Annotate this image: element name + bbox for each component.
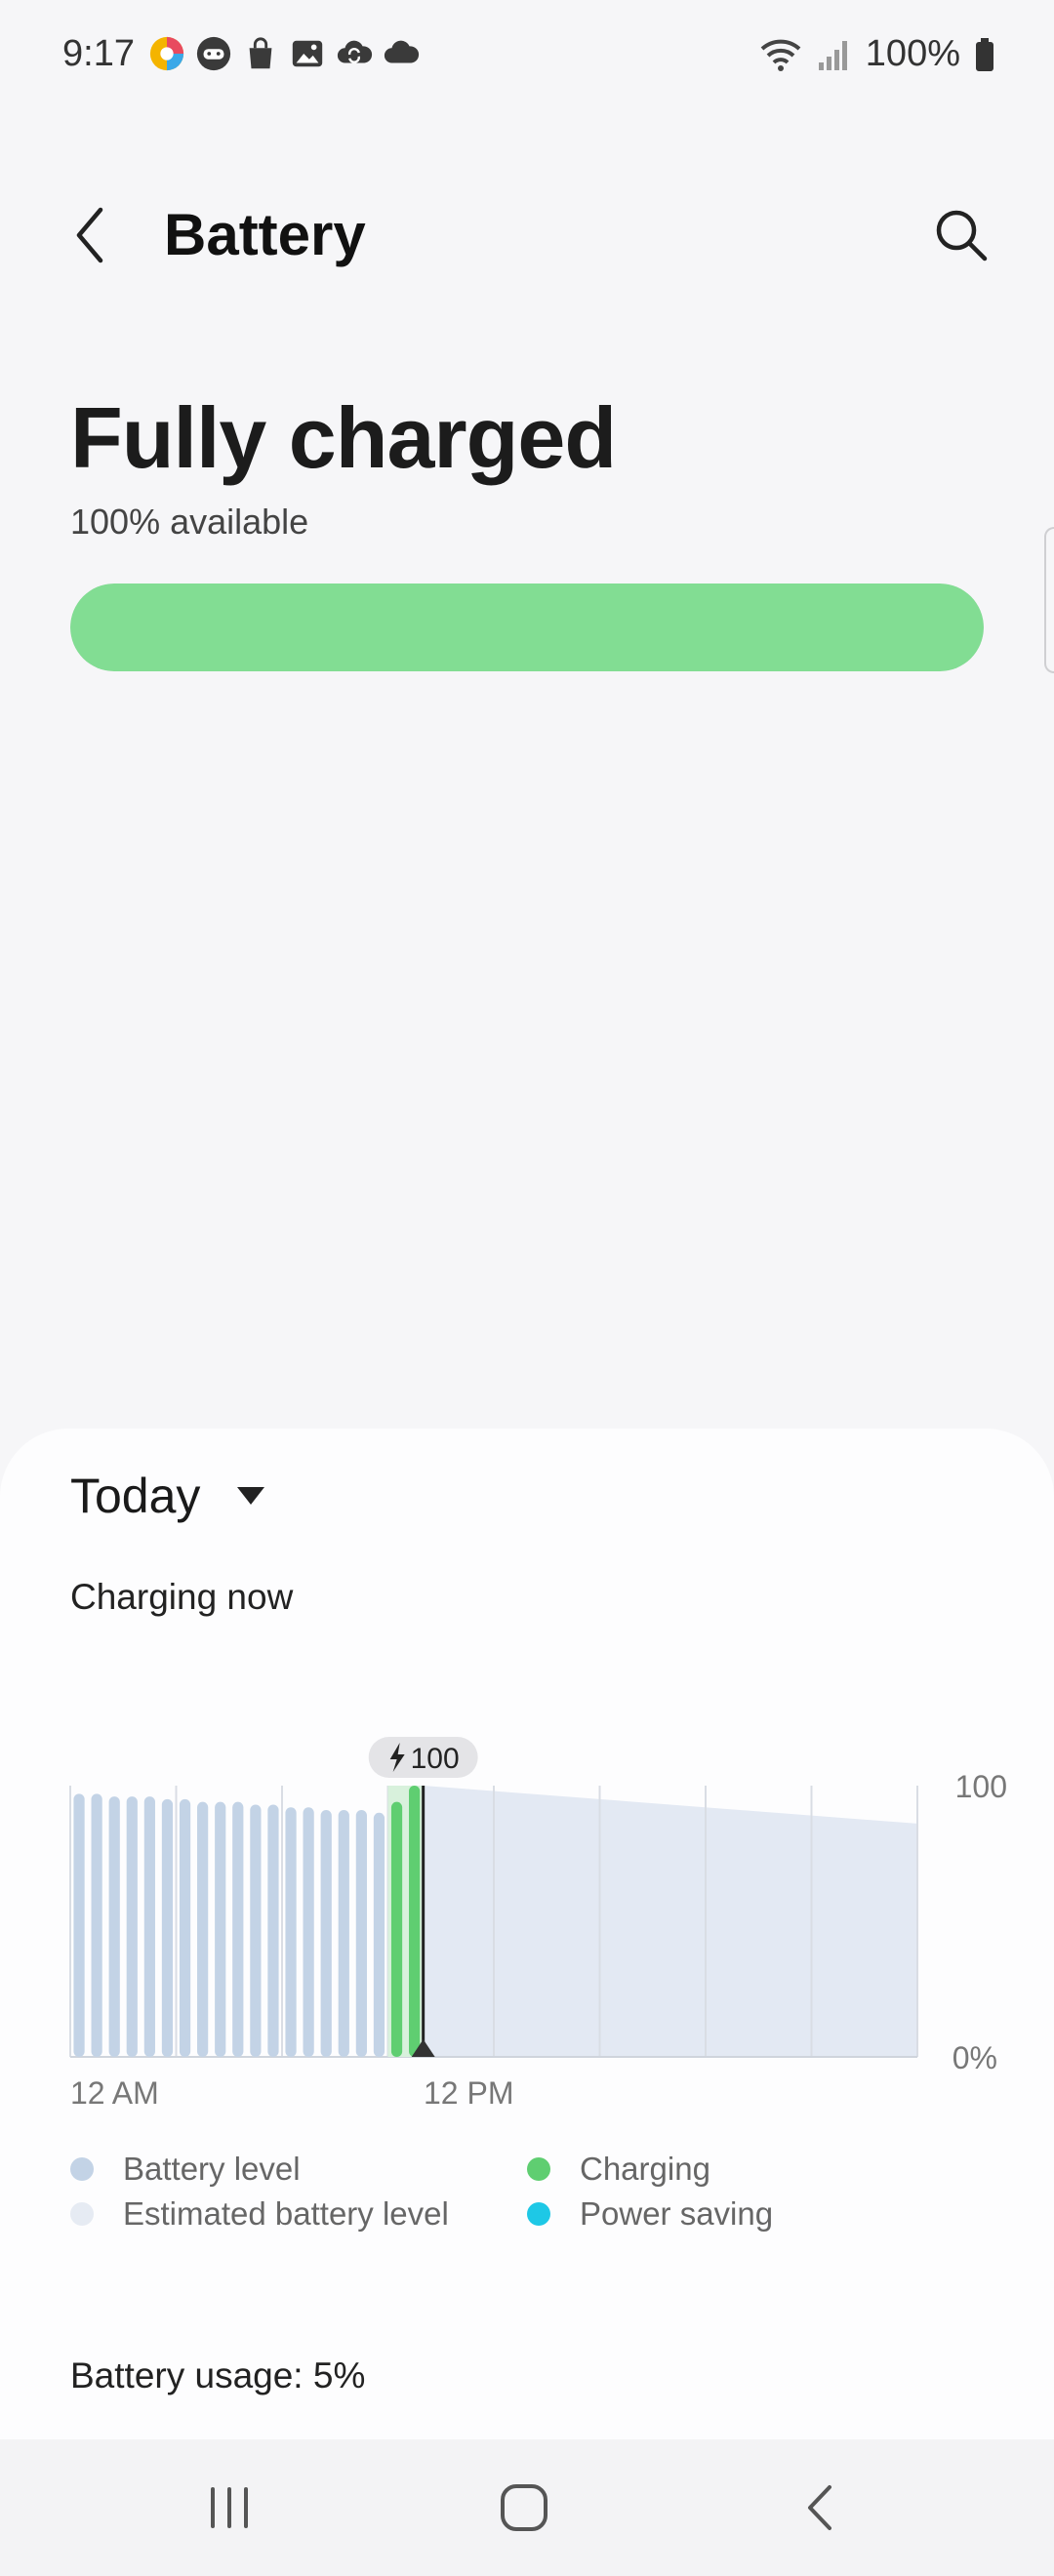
battery-level-fill <box>70 584 984 671</box>
legend-label: Estimated battery level <box>123 2195 449 2232</box>
shopping-bag-icon <box>249 37 272 69</box>
battery-percent: 100% <box>865 33 960 74</box>
battery-level-bar <box>373 1812 385 2057</box>
battery-level-bar <box>73 1793 85 2057</box>
legend-battery-level: Battery level <box>70 2151 301 2188</box>
battery-level-bar <box>215 1801 226 2057</box>
chevron-left-icon <box>76 207 103 263</box>
recents-button[interactable] <box>181 2469 278 2547</box>
home-button[interactable] <box>475 2469 573 2547</box>
page-title: Battery <box>164 202 366 267</box>
charge-status-headline: Fully charged <box>70 389 617 486</box>
battery-usage-chart: 100 100 0% 12 AM 12 PM <box>69 1737 1007 2111</box>
legend-label: Charging <box>580 2151 710 2187</box>
battery-level-bar <box>143 1796 155 2057</box>
battery-level-bar <box>285 1807 297 2057</box>
battery-level-bar <box>267 1804 279 2057</box>
battery-level-bar <box>303 1807 314 2057</box>
photo-app-icon <box>149 36 184 71</box>
notification-icons <box>148 35 420 72</box>
battery-level-bar <box>320 1810 332 2057</box>
battery-level-bar <box>250 1804 262 2057</box>
y-tick-label: 0% <box>953 2040 997 2075</box>
status-time: 9:17 <box>62 33 135 74</box>
wifi-icon <box>760 39 801 71</box>
legend-dot <box>70 2202 94 2226</box>
system-status: 100% <box>758 33 995 75</box>
navigation-bar <box>0 2439 1054 2576</box>
battery-level-bar <box>232 1801 244 2057</box>
cloud-sync-icon <box>337 40 373 63</box>
back-button[interactable] <box>61 201 119 269</box>
battery-usage-total: Battery usage: 5% <box>70 2355 366 2395</box>
legend-dot <box>527 2202 550 2226</box>
battery-level-bar <box>338 1810 349 2057</box>
battery-level-bar <box>161 1798 174 2057</box>
x-tick-label: 12 AM <box>70 2075 159 2111</box>
charge-callout-value: 100 <box>411 1743 460 1775</box>
battery-icon <box>976 37 993 71</box>
legend-charging: Charging <box>527 2151 710 2188</box>
estimate-area <box>423 1786 917 2057</box>
battery-level-bar <box>179 1798 191 2057</box>
legend-dot <box>527 2157 550 2181</box>
cloud-icon <box>384 40 420 63</box>
battery-level-bar <box>70 584 984 671</box>
battery-level-bar <box>91 1793 102 2057</box>
charging-bar <box>409 1786 421 2057</box>
period-selector[interactable]: Today <box>70 1468 266 1524</box>
recents-icon <box>211 2487 248 2528</box>
battery-level-bar <box>108 1796 120 2057</box>
y-tick-label: 100 <box>955 1769 1007 1804</box>
gallery-icon <box>292 40 323 67</box>
charging-bar <box>390 1801 403 2057</box>
legend-estimated-level: Estimated battery level <box>70 2195 449 2233</box>
search-icon <box>936 210 988 262</box>
x-tick-label: 12 PM <box>424 2075 513 2111</box>
usage-card: Today Charging now 100 100 0% 12 AM 12 PM Ba… <box>0 1429 1054 2443</box>
home-icon <box>501 2484 547 2531</box>
legend-dot <box>70 2157 94 2181</box>
legend-label: Battery level <box>123 2151 301 2187</box>
edge-panel-handle[interactable] <box>1044 527 1054 673</box>
signal-icon <box>818 40 847 70</box>
charging-status: Charging now <box>70 1577 294 1617</box>
battery-level-bar <box>126 1796 138 2057</box>
back-icon <box>808 2485 831 2530</box>
app-bar: Battery <box>0 176 1054 293</box>
battery-level-bar <box>355 1810 367 2057</box>
available-percent: 100% available <box>70 502 309 542</box>
legend-power-saving: Power saving <box>527 2195 773 2233</box>
dropdown-arrow-icon <box>237 1487 265 1505</box>
search-button[interactable] <box>927 201 995 269</box>
battery-level-bar <box>197 1801 209 2057</box>
period-label: Today <box>70 1469 201 1523</box>
legend-label: Power saving <box>580 2195 774 2232</box>
back-nav-button[interactable] <box>771 2469 869 2547</box>
game-launcher-icon <box>196 36 231 71</box>
status-bar: 9:17 100% <box>0 0 1054 107</box>
